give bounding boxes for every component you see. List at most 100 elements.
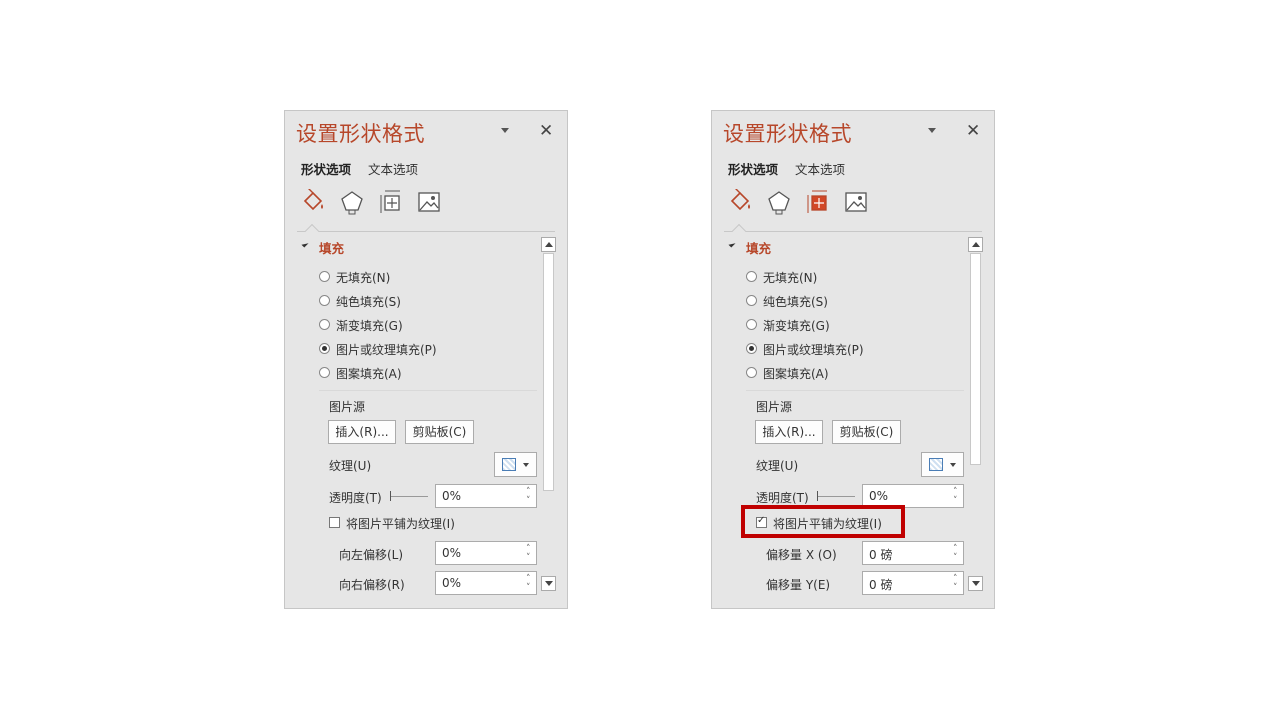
scroll-up-button[interactable] (541, 237, 556, 252)
radio-label: 纯色填充(S) (336, 295, 401, 309)
tile-checkbox-label: 将图片平铺为纹理(I) (346, 517, 455, 531)
offset-x-input[interactable]: 0 磅 ˄ ˅ (862, 541, 964, 565)
scroll-down-button[interactable] (968, 576, 983, 591)
scroll-down-button[interactable] (541, 576, 556, 591)
texture-dropdown[interactable] (494, 452, 537, 477)
fill-bucket-icon[interactable] (727, 189, 753, 215)
insert-button[interactable]: 插入(R)... (755, 420, 823, 444)
radio-button[interactable] (319, 367, 330, 378)
radio-button[interactable] (746, 319, 757, 330)
offset-y-input[interactable]: 0 磅 ˄ ˅ (862, 571, 964, 595)
tab-text-options[interactable]: 文本选项 (795, 159, 845, 178)
radio-label: 无填充(N) (336, 271, 391, 285)
tab-shape-options[interactable]: 形状选项 (301, 159, 351, 178)
spin-arrows[interactable]: ˄ ˅ (525, 486, 533, 506)
spin-arrows[interactable]: ˄ ˅ (952, 486, 960, 506)
tab-text-options[interactable]: 文本选项 (368, 159, 418, 178)
radio-label: 渐变填充(G) (336, 319, 403, 333)
scroll-up-button[interactable] (968, 237, 983, 252)
picture-icon[interactable] (843, 189, 869, 215)
divider (746, 390, 964, 391)
transparency-slider-track[interactable] (390, 496, 428, 497)
texture-label: 纹理(U) (329, 459, 372, 473)
tab-indicator-line (724, 231, 982, 232)
chevron-down-icon (950, 463, 956, 467)
insert-button[interactable]: 插入(R)... (328, 420, 396, 444)
spin-value[interactable]: 0% (442, 546, 461, 560)
offset-row-1-input[interactable]: 0% ˄ ˅ (435, 541, 537, 565)
spin-value[interactable]: 0 磅 (869, 576, 892, 593)
size-layout-icon[interactable] (805, 189, 831, 215)
radio-label: 图案填充(A) (763, 367, 829, 381)
radio-label: 图案填充(A) (336, 367, 402, 381)
collapse-triangle-icon[interactable] (728, 240, 736, 248)
clipboard-button[interactable]: 剪贴板(C) (832, 420, 901, 444)
radio-label: 渐变填充(G) (763, 319, 830, 333)
transparency-label: 透明度(T) (756, 491, 809, 505)
radio-button[interactable] (319, 295, 330, 306)
offset-x-label: 偏移量 X (O) (766, 548, 837, 562)
radio-button[interactable] (319, 271, 330, 282)
section-fill-title[interactable]: 填充 (746, 238, 771, 257)
spin-arrows[interactable]: ˄ ˅ (952, 543, 960, 563)
spin-value[interactable]: 0% (869, 489, 888, 503)
tile-checkbox[interactable] (329, 517, 340, 528)
spin-value[interactable]: 0 磅 (869, 546, 892, 563)
close-icon[interactable]: ✕ (966, 121, 980, 141)
pane-title: 设置形状格式 (296, 122, 425, 146)
spin-value[interactable]: 0% (442, 576, 461, 590)
picture-icon[interactable] (416, 189, 442, 215)
section-fill-title[interactable]: 填充 (319, 238, 344, 257)
offset-row-1-label: 向左偏移(L) (339, 548, 404, 562)
tab-shape-options[interactable]: 形状选项 (728, 159, 778, 178)
transparency-slider-thumb[interactable] (390, 491, 391, 501)
chevron-down-icon (523, 463, 529, 467)
task-pane-options-icon[interactable] (928, 128, 936, 133)
tab-indicator-notch (731, 223, 747, 239)
radio-label: 纯色填充(S) (763, 295, 828, 309)
task-pane-options-icon[interactable] (501, 128, 509, 133)
size-layout-icon[interactable] (378, 189, 404, 215)
spin-value[interactable]: 0% (442, 489, 461, 503)
pane-title: 设置形状格式 (723, 122, 852, 146)
radio-label: 无填充(N) (763, 271, 818, 285)
scrollbar-thumb[interactable] (970, 253, 981, 465)
picture-source-label: 图片源 (756, 400, 793, 414)
picture-source-label: 图片源 (329, 400, 366, 414)
transparency-slider-track[interactable] (817, 496, 855, 497)
radio-button[interactable] (746, 295, 757, 306)
tab-indicator-notch (304, 223, 320, 239)
texture-swatch-icon (929, 458, 943, 471)
clipboard-button[interactable]: 剪贴板(C) (405, 420, 474, 444)
tab-indicator-line (297, 231, 555, 232)
transparency-input[interactable]: 0% ˄ ˅ (435, 484, 537, 508)
tile-checkbox[interactable] (756, 515, 767, 528)
radio-button[interactable] (746, 367, 757, 378)
transparency-label: 透明度(T) (329, 491, 382, 505)
collapse-triangle-icon[interactable] (301, 240, 309, 248)
offset-row-2-label: 向右偏移(R) (339, 578, 405, 592)
format-shape-pane-left: 设置形状格式 ✕ 形状选项 文本选项 填充 无填充(N) 纯色填充(S) 渐变填… (284, 110, 568, 609)
tile-checkbox-label: 将图片平铺为纹理(I) (773, 517, 882, 531)
offset-row-2-input[interactable]: 0% ˄ ˅ (435, 571, 537, 595)
pentagon-icon[interactable] (339, 189, 365, 215)
scrollbar-thumb[interactable] (543, 253, 554, 491)
offset-y-label: 偏移量 Y(E) (766, 578, 831, 592)
radio-button[interactable] (746, 271, 757, 282)
texture-dropdown[interactable] (921, 452, 964, 477)
spin-arrows[interactable]: ˄ ˅ (525, 543, 533, 563)
radio-button[interactable] (319, 343, 330, 354)
texture-swatch-icon (502, 458, 516, 471)
transparency-slider-thumb[interactable] (817, 491, 818, 501)
close-icon[interactable]: ✕ (539, 121, 553, 141)
spin-arrows[interactable]: ˄ ˅ (952, 573, 960, 593)
transparency-input[interactable]: 0% ˄ ˅ (862, 484, 964, 508)
texture-label: 纹理(U) (756, 459, 799, 473)
radio-button[interactable] (746, 343, 757, 354)
radio-button[interactable] (319, 319, 330, 330)
pentagon-icon[interactable] (766, 189, 792, 215)
radio-label: 图片或纹理填充(P) (336, 343, 437, 357)
fill-bucket-icon[interactable] (300, 189, 326, 215)
format-shape-pane-right: 设置形状格式 ✕ 形状选项 文本选项 填充 无填充(N) 纯色填充(S) 渐变填… (711, 110, 995, 609)
spin-arrows[interactable]: ˄ ˅ (525, 573, 533, 593)
